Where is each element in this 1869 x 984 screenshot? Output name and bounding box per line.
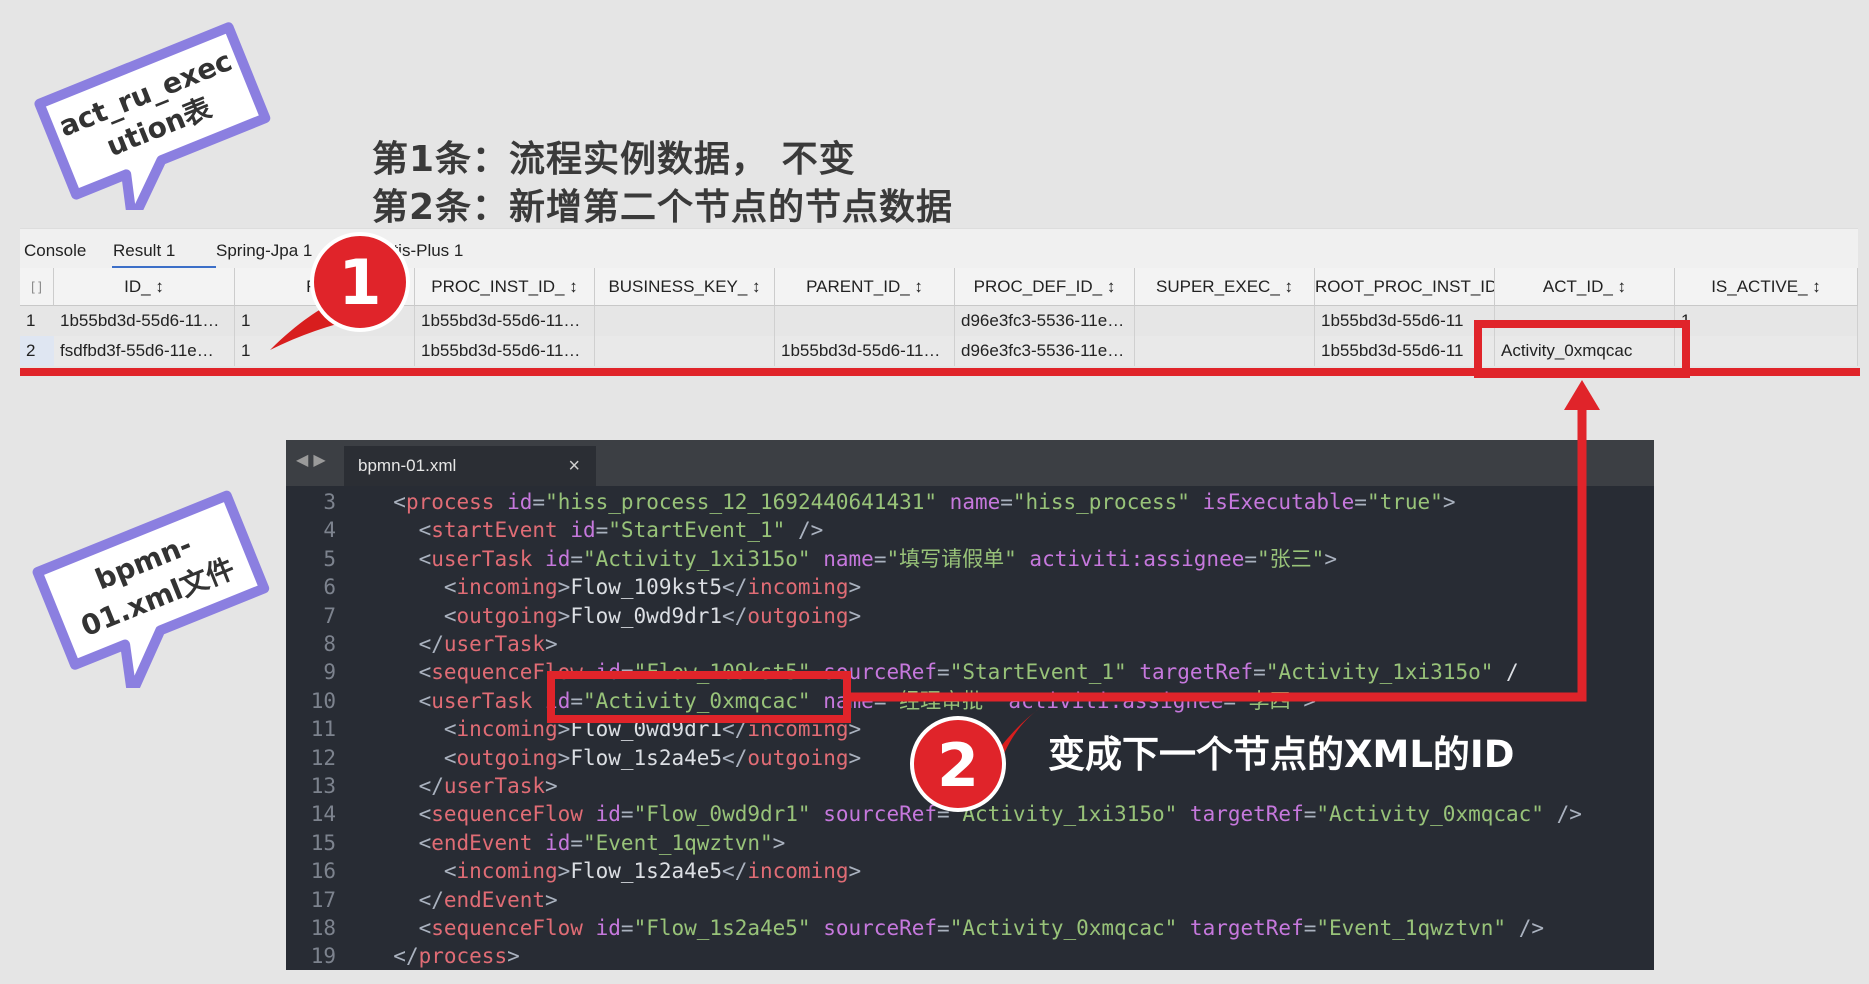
code-text: <incoming>Flow_1s2a4e5</incoming> bbox=[443, 859, 862, 884]
table-cell[interactable]: 1 bbox=[235, 306, 415, 336]
code-text: </endEvent> bbox=[418, 887, 558, 912]
code-text: <outgoing>Flow_0wd9dr1</outgoing> bbox=[443, 603, 862, 628]
column-header-root-proc-inst-id[interactable]: ROOT_PROC_INST_ID_ ↕ bbox=[1315, 268, 1495, 306]
result-tabs: Console Result 1 Spring-Jpa 1 atis-Plus … bbox=[20, 228, 1858, 269]
code-text: <incoming>Flow_109kst5</incoming> bbox=[443, 575, 862, 600]
line-number: 6 bbox=[323, 575, 336, 600]
table-cell[interactable]: 1 bbox=[235, 336, 415, 366]
table-cell[interactable] bbox=[595, 306, 775, 336]
column-header-is-active[interactable]: IS_ACTIVE_ ↕ bbox=[1675, 268, 1858, 306]
line-number: 13 bbox=[310, 774, 336, 798]
row-number[interactable]: 1 bbox=[20, 306, 54, 336]
code-text: <sequenceFlow id="Flow_109kst5" sourceRe… bbox=[418, 660, 1519, 685]
table-cell[interactable] bbox=[595, 336, 775, 366]
annotation-text: 变成下一个节点的XML的ID bbox=[1048, 733, 1515, 776]
line-number: 15 bbox=[310, 830, 336, 855]
line-number: 16 bbox=[310, 859, 336, 884]
code-text: <incoming>Flow_0wd9dr1</incoming> bbox=[443, 717, 862, 742]
table-cell[interactable]: fsdfbd3f-55d6-11e… bbox=[54, 336, 235, 366]
table-highlight-line bbox=[20, 368, 1860, 376]
column-header-proc-inst-id[interactable]: PROC_INST_ID_ ↕ bbox=[415, 268, 595, 306]
heading-line-1: 第1条：流程实例数据， 不变 bbox=[372, 139, 856, 180]
xml-label-bubble: bpmn- 01.xml文件 bbox=[32, 490, 270, 688]
column-header-parent-id[interactable]: PARENT_ID_ ↕ bbox=[775, 268, 955, 306]
line-number: 7 bbox=[323, 603, 336, 628]
line-number: 10 bbox=[310, 688, 336, 713]
code-editor: ◀ ▶ bpmn-01.xml × 3 <process id="hiss_pr… bbox=[286, 440, 1654, 970]
code-text: <process id="hiss_process_12_16924406414… bbox=[393, 490, 1456, 514]
column-header-super-exec[interactable]: SUPER_EXEC_ ↕ bbox=[1135, 268, 1315, 306]
editor-tabbar: ◀ ▶ bpmn-01.xml × bbox=[286, 440, 1654, 486]
line-number: 3 bbox=[323, 490, 336, 514]
editor-file-tab-label: bpmn-01.xml bbox=[358, 456, 457, 475]
heading-line-2: 第2条：新增第二个节点的节点数据 bbox=[372, 187, 954, 228]
column-header-proc-def-id[interactable]: PROC_DEF_ID_ ↕ bbox=[955, 268, 1135, 306]
tab-mybatis-plus-1[interactable]: atis-Plus 1 bbox=[384, 241, 463, 261]
code-text: <endEvent id="Event_1qwztvn"> bbox=[418, 830, 786, 855]
tab-spring-jpa-1[interactable]: Spring-Jpa 1 bbox=[216, 241, 312, 261]
table-cell[interactable]: 1b55bd3d-55d6-11… bbox=[415, 336, 595, 366]
line-number: 12 bbox=[310, 745, 336, 770]
line-number: 18 bbox=[310, 916, 336, 940]
table-cell[interactable]: d96e3fc3-5536-11e… bbox=[955, 336, 1135, 366]
row-number[interactable]: 2 bbox=[20, 336, 54, 366]
line-number: 8 bbox=[323, 632, 336, 656]
row-header-corner[interactable]: [ ] bbox=[20, 268, 54, 306]
table-cell[interactable] bbox=[1135, 306, 1315, 336]
column-header-business-key[interactable]: BUSINESS_KEY_ ↕ bbox=[595, 268, 775, 306]
code-text: <sequenceFlow id="Flow_1s2a4e5" sourceRe… bbox=[418, 916, 1544, 940]
code-text: <userTask id="Activity_1xi315o" name="填写… bbox=[418, 546, 1337, 571]
editor-file-tab[interactable]: bpmn-01.xml × bbox=[344, 446, 596, 486]
line-number: 17 bbox=[310, 887, 336, 912]
table-cell[interactable] bbox=[1675, 336, 1858, 366]
line-number: 14 bbox=[310, 802, 336, 827]
close-icon[interactable]: × bbox=[568, 446, 580, 486]
column-header-id[interactable]: ID_ ↕ bbox=[54, 268, 235, 306]
code-text: </userTask> bbox=[418, 774, 558, 798]
table-cell[interactable]: Activity_0xmqcac bbox=[1495, 336, 1675, 366]
code-text: <startEvent id="StartEvent_1" /> bbox=[418, 518, 824, 543]
line-number: 11 bbox=[310, 717, 336, 742]
line-number: 19 bbox=[310, 944, 336, 969]
table-cell[interactable]: 1b55bd3d-55d6-11… bbox=[775, 336, 955, 366]
table-cell[interactable] bbox=[1135, 336, 1315, 366]
table-cell[interactable] bbox=[775, 306, 955, 336]
table-cell[interactable]: 1b55bd3d-55d6-11 bbox=[1315, 336, 1495, 366]
table-cell[interactable]: 1 bbox=[1675, 306, 1858, 336]
code-text: </userTask> bbox=[418, 632, 558, 656]
line-number: 5 bbox=[323, 546, 336, 571]
code-text: <outgoing>Flow_1s2a4e5</outgoing> bbox=[443, 745, 862, 770]
tab-console[interactable]: Console bbox=[24, 241, 86, 261]
line-number: 9 bbox=[323, 660, 336, 685]
table-cell[interactable] bbox=[1495, 306, 1675, 336]
code-text: <sequenceFlow id="Flow_0wd9dr1" sourceRe… bbox=[418, 802, 1582, 827]
table-cell[interactable]: d96e3fc3-5536-11e… bbox=[955, 306, 1135, 336]
editor-nav-arrows-icon[interactable]: ◀ ▶ bbox=[296, 450, 326, 469]
line-number: 4 bbox=[323, 518, 336, 543]
tab-result-1[interactable]: Result 1 bbox=[113, 241, 175, 261]
table-cell[interactable]: 1b55bd3d-55d6-11… bbox=[415, 306, 595, 336]
column-header-act-id[interactable]: ACT_ID_ ↕ bbox=[1495, 268, 1675, 306]
table-label-bubble: act_ru_exec ution表 bbox=[34, 22, 271, 210]
code-text: <userTask id="Activity_0xmqcac" name="经理… bbox=[418, 688, 1316, 713]
table-cell[interactable]: 1b55bd3d-55d6-11 bbox=[1315, 306, 1495, 336]
column-header-re[interactable]: RE ↕ bbox=[235, 268, 415, 306]
code-text: </process> bbox=[393, 944, 520, 969]
table-cell[interactable]: 1b55bd3d-55d6-11… bbox=[54, 306, 235, 336]
